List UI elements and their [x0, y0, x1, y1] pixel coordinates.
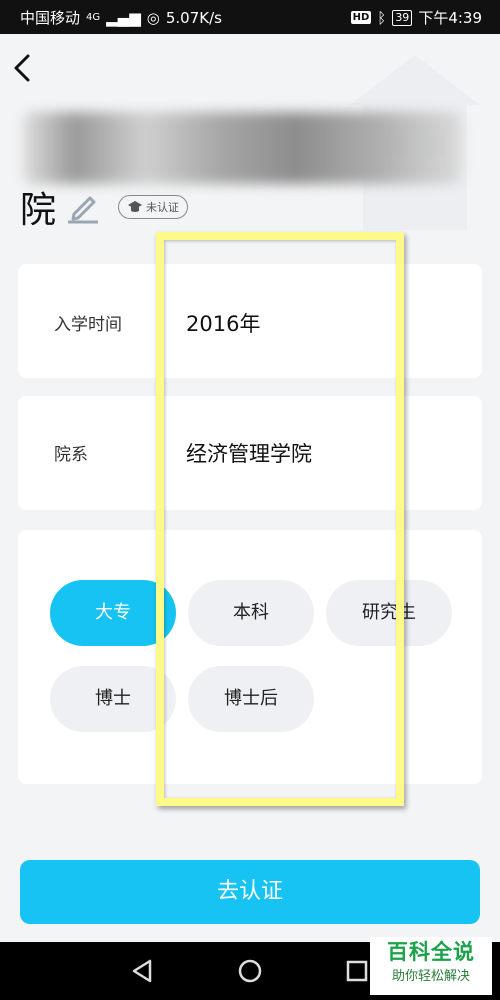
hd-icon: HD [350, 11, 372, 24]
clock: 下午4:39 [418, 9, 482, 27]
department-label: 院系 [54, 445, 88, 465]
degree-option-master[interactable]: 研究生 [326, 580, 452, 646]
verify-status-badge: 未认证 [118, 195, 189, 219]
nav-home-icon[interactable] [235, 956, 265, 986]
school-title: 院 [20, 190, 57, 231]
degree-option-postdoc[interactable]: 博士后 [188, 666, 314, 732]
edit-pencil-icon[interactable] [66, 190, 100, 224]
site-watermark: 百科全说 助你轻松解决 [370, 937, 492, 995]
enrollment-year-field[interactable]: 入学时间 2016年 [18, 264, 482, 378]
enrollment-year-label: 入学时间 [54, 315, 122, 335]
carrier-label: 中国移动 [20, 9, 81, 27]
back-button[interactable] [8, 50, 38, 86]
verify-button[interactable]: 去认证 [20, 860, 480, 924]
status-bar: 中国移动 4G ▂▄▆ ◎ 5.07K/s HD ᛒ 39 下午4:39 [0, 0, 500, 34]
nav-recents-icon[interactable] [342, 956, 372, 986]
verify-status-text: 未认证 [146, 201, 180, 214]
hotspot-icon: ◎ [146, 8, 160, 27]
department-field[interactable]: 院系 经济管理学院 [18, 396, 482, 510]
degree-selector: 大专 本科 研究生 博士 博士后 [18, 530, 482, 784]
watermark-title: 百科全说 [387, 940, 475, 964]
department-value: 经济管理学院 [186, 442, 312, 466]
school-title-row: 院 未认证 [20, 184, 189, 231]
degree-option-bachelor[interactable]: 本科 [188, 580, 314, 646]
degree-option-associate[interactable]: 大专 [50, 580, 176, 646]
network-type: 4G [86, 12, 101, 23]
graduation-cap-icon [128, 201, 143, 212]
enrollment-year-value: 2016年 [186, 312, 261, 336]
battery-level: 39 [392, 9, 413, 26]
signal-icon: ▂▄▆ [106, 8, 141, 27]
watermark-subtitle: 助你轻松解决 [391, 969, 470, 984]
degree-option-doctor[interactable]: 博士 [50, 666, 176, 732]
net-speed: 5.07K/s [165, 8, 222, 27]
chevron-left-icon [14, 54, 30, 82]
bluetooth-icon: ᛒ [377, 8, 387, 27]
blurred-school-name [22, 112, 462, 184]
nav-back-icon[interactable] [128, 956, 158, 986]
